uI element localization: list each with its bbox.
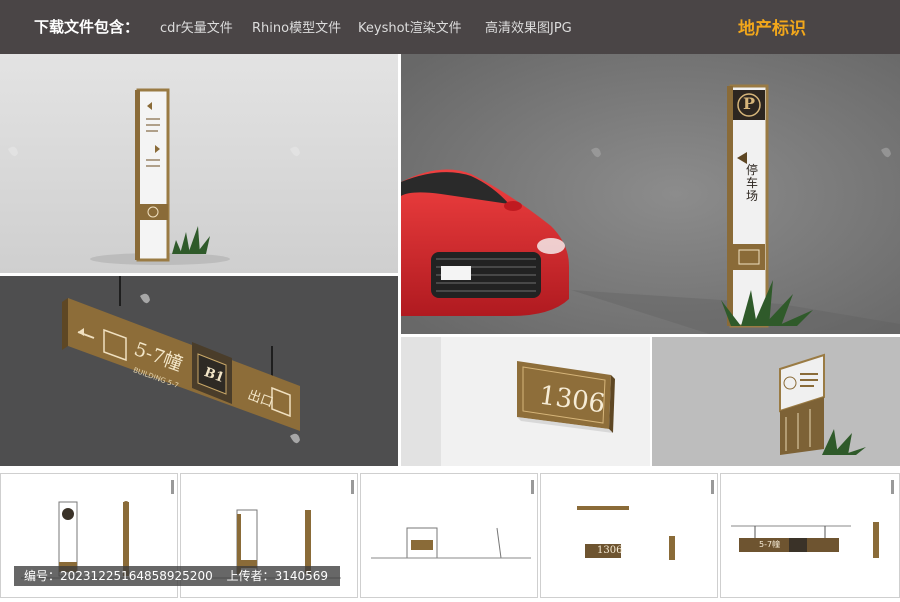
drawing-hanging-sign: 5-7幢 (720, 473, 900, 598)
package-contents-label: 下载文件包含： (34, 18, 140, 36)
upload-info-bar: 编号：20231225164858925200 上传者：3140569 (14, 566, 340, 586)
render-room-number-plate: 1306 (401, 337, 650, 466)
file-type-cdr: cdr矢量文件 (160, 21, 233, 36)
drawing-room-plate: 1306 (540, 473, 718, 598)
drawing-room-number: 1306 (597, 545, 623, 556)
id-value: 20231225164858925200 (60, 569, 213, 583)
uploader-label: 上传者： (226, 569, 275, 583)
top-bar: 下载文件包含： cdr矢量文件 Rhino模型文件 Keyshot渲染文件 高清… (0, 0, 900, 54)
parking-letter: P (743, 94, 756, 113)
parking-label: 停车场 (746, 163, 759, 203)
drawing-hanging-text: 5-7幢 (759, 540, 781, 549)
file-type-jpg: 高清效果图JPG (485, 21, 572, 36)
file-type-keyshot: Keyshot渲染文件 (358, 21, 462, 36)
render-standing-directory-sign (0, 54, 398, 273)
drawing-site-elevation (360, 473, 538, 598)
render-notice-sign (652, 337, 900, 466)
id-label: 编号： (24, 569, 61, 583)
render-hanging-sign: 5-7幢 BUILDING 5-7 B1 出口 (0, 276, 398, 466)
render-parking-totem: P 停车场 (401, 54, 900, 334)
brand-title: 地产标识 (738, 19, 806, 39)
file-type-rhino: Rhino模型文件 (252, 21, 342, 36)
uploader-value: 3140569 (274, 569, 329, 583)
